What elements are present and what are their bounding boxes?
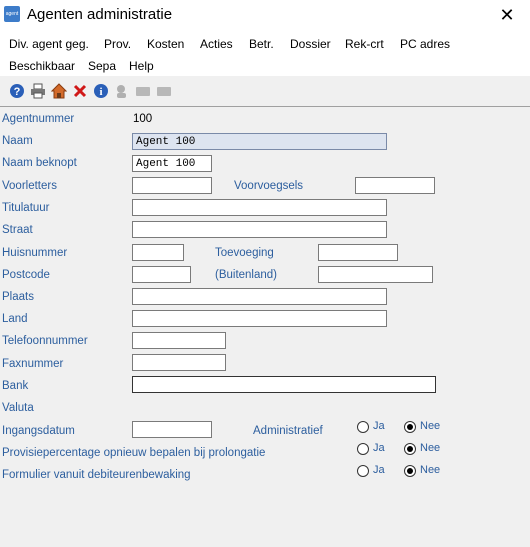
menu-beschikbaar[interactable]: Beschikbaar — [9, 59, 75, 73]
postcode-field[interactable] — [132, 266, 191, 283]
toolbar: ? i — [0, 78, 530, 104]
formulier-nee-radio[interactable] — [404, 465, 416, 477]
faxnummer-label: Faxnummer — [2, 358, 64, 370]
agentnummer-value: 100 — [133, 113, 153, 125]
ingangsdatum-field[interactable] — [132, 421, 212, 438]
naam-beknopt-label: Naam beknopt — [2, 157, 77, 169]
menu-help[interactable]: Help — [129, 59, 154, 73]
menu-rek-crt[interactable]: Rek-crt — [345, 37, 384, 51]
administratief-nee-radio[interactable] — [404, 421, 416, 433]
provisie-nee-label: Nee — [420, 442, 441, 454]
app-icon: agent — [4, 6, 20, 22]
menu-pc-adres[interactable]: PC adres — [400, 37, 450, 51]
straat-field[interactable] — [132, 221, 387, 238]
menu-prov[interactable]: Prov. — [104, 37, 131, 51]
menu-dossier[interactable]: Dossier — [290, 37, 331, 51]
home-icon[interactable] — [50, 83, 68, 99]
menu-acties[interactable]: Acties — [200, 37, 233, 51]
provisie-nee-radio[interactable] — [404, 443, 416, 455]
toevoeging-field[interactable] — [318, 244, 398, 261]
postcode-label: Postcode — [2, 269, 50, 281]
separator — [0, 106, 530, 107]
delete-icon[interactable] — [72, 83, 88, 99]
land-label: Land — [2, 313, 28, 325]
agentnummer-label: Agentnummer — [2, 113, 75, 125]
huisnummer-label: Huisnummer — [2, 247, 68, 259]
buitenland-field[interactable] — [318, 266, 433, 283]
plaats-label: Plaats — [2, 291, 34, 303]
straat-label: Straat — [2, 224, 33, 236]
menu-kosten[interactable]: Kosten — [147, 37, 184, 51]
print-icon[interactable] — [30, 83, 46, 99]
card2-icon[interactable] — [156, 83, 172, 99]
naam-beknopt-field[interactable] — [132, 155, 212, 172]
formulier-label: Formulier vanuit debiteurenbewaking — [2, 469, 191, 481]
ingangsdatum-label: Ingangsdatum — [2, 425, 75, 437]
provisie-ja-radio[interactable] — [357, 443, 369, 455]
bank-label: Bank — [2, 380, 29, 392]
menu-bar: Div. agent geg. Prov. Kosten Acties Betr… — [0, 32, 530, 76]
huisnummer-field[interactable] — [132, 244, 184, 261]
plaats-field[interactable] — [132, 288, 387, 305]
menu-div-agent-geg[interactable]: Div. agent geg. — [9, 37, 89, 51]
voorletters-field[interactable] — [132, 177, 212, 194]
land-field[interactable] — [132, 310, 387, 327]
bank-field[interactable] — [132, 376, 436, 393]
naam-field[interactable] — [132, 133, 387, 150]
telefoonnummer-field[interactable] — [132, 332, 226, 349]
toevoeging-label: Toevoeging — [215, 247, 274, 259]
svg-text:i: i — [99, 86, 102, 98]
title-bar: agent Agenten administratie ✕ — [0, 0, 530, 32]
formulier-ja-radio[interactable] — [357, 465, 369, 477]
formulier-ja-label: Ja — [373, 464, 385, 476]
buitenland-label: (Buitenland) — [215, 269, 278, 281]
administratief-label: Administratief — [253, 425, 323, 437]
search-user-icon[interactable] — [114, 83, 130, 99]
titulatuur-field[interactable] — [132, 199, 387, 216]
voorletters-label: Voorletters — [2, 180, 57, 192]
faxnummer-field[interactable] — [132, 354, 226, 371]
administratief-ja-label: Ja — [373, 420, 385, 432]
voorvoegsels-label: Voorvoegsels — [234, 180, 304, 192]
provisie-label: Provisiepercentage opnieuw bepalen bij p… — [2, 447, 266, 459]
svg-text:?: ? — [14, 86, 21, 98]
close-button[interactable]: ✕ — [484, 0, 530, 30]
menu-sepa[interactable]: Sepa — [88, 59, 116, 73]
menu-betr[interactable]: Betr. — [249, 37, 274, 51]
telefoonnummer-label: Telefoonnummer — [2, 335, 88, 347]
card-icon[interactable] — [135, 83, 151, 99]
formulier-nee-label: Nee — [420, 464, 441, 476]
titulatuur-label: Titulatuur — [2, 202, 50, 214]
valuta-label: Valuta — [2, 402, 34, 414]
help-icon[interactable]: ? — [9, 83, 25, 99]
info-icon[interactable]: i — [93, 83, 109, 99]
window-title: Agenten administratie — [27, 6, 173, 23]
voorvoegsels-field[interactable] — [355, 177, 435, 194]
naam-label: Naam — [2, 135, 33, 147]
administratief-nee-label: Nee — [420, 420, 441, 432]
administratief-ja-radio[interactable] — [357, 421, 369, 433]
provisie-ja-label: Ja — [373, 442, 385, 454]
